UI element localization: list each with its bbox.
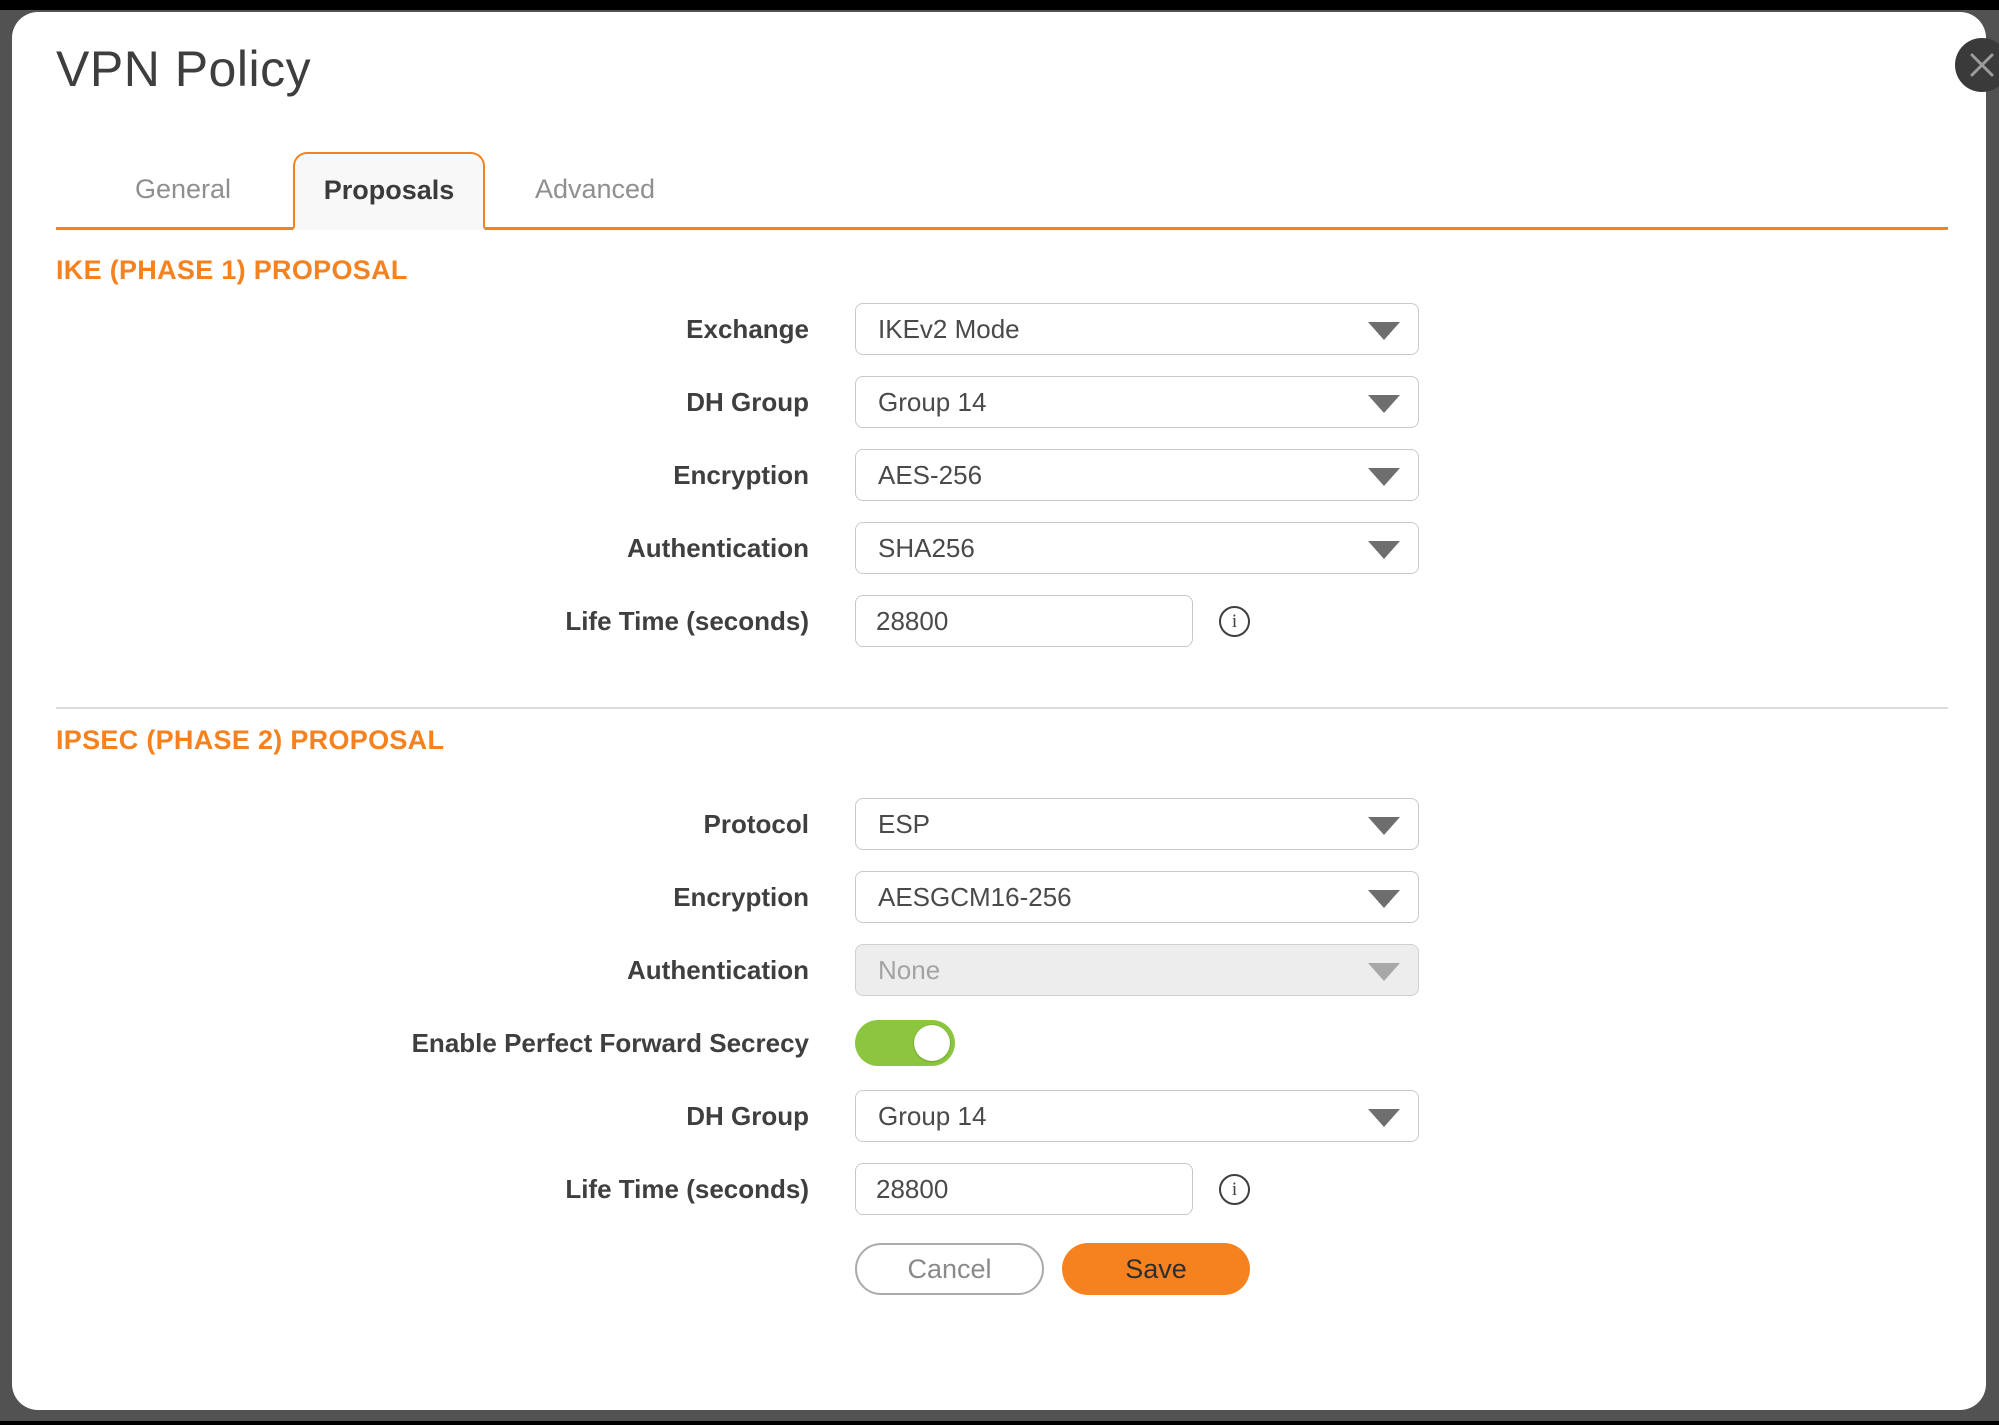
protocol-select-value: ESP (878, 809, 930, 840)
caret-down-icon (1368, 541, 1400, 559)
toggle-knob (914, 1025, 950, 1061)
tab-advanced[interactable]: Advanced (499, 152, 691, 227)
exchange-label: Exchange (56, 314, 809, 345)
dh-group-select-value: Group 14 (878, 1101, 986, 1132)
field-row-dh-group-p1: DH Group Group 14 (56, 376, 1948, 428)
field-row-life-time-p1: Life Time (seconds) i (56, 595, 1948, 647)
caret-down-icon (1368, 322, 1400, 340)
tab-general[interactable]: General (87, 152, 279, 227)
field-row-protocol: Protocol ESP (56, 798, 1948, 850)
exchange-select[interactable]: IKEv2 Mode (855, 303, 1419, 355)
exchange-select-value: IKEv2 Mode (878, 314, 1020, 345)
info-icon[interactable]: i (1219, 1174, 1250, 1205)
authentication-label: Authentication (56, 955, 809, 986)
dialog-actions: Cancel Save (855, 1243, 1948, 1295)
caret-down-icon (1368, 817, 1400, 835)
encryption-select-p2[interactable]: AESGCM16-256 (855, 871, 1419, 923)
field-row-dh-group-p2: DH Group Group 14 (56, 1090, 1948, 1142)
close-icon (1969, 52, 1995, 78)
field-row-encryption-p2: Encryption AESGCM16-256 (56, 871, 1948, 923)
protocol-label: Protocol (56, 809, 809, 840)
field-row-life-time-p2: Life Time (seconds) i (56, 1163, 1948, 1215)
field-row-exchange: Exchange IKEv2 Mode (56, 303, 1948, 355)
dh-group-select-value: Group 14 (878, 387, 986, 418)
field-row-authentication-p2: Authentication None (56, 944, 1948, 996)
pfs-label: Enable Perfect Forward Secrecy (56, 1028, 809, 1059)
field-row-encryption-p1: Encryption AES-256 (56, 449, 1948, 501)
field-row-authentication-p1: Authentication SHA256 (56, 522, 1948, 574)
encryption-label: Encryption (56, 882, 809, 913)
encryption-select-p1[interactable]: AES-256 (855, 449, 1419, 501)
dh-group-label: DH Group (56, 387, 809, 418)
section-title-ipsec-phase2: IPSEC (PHASE 2) PROPOSAL (56, 725, 1948, 756)
info-icon[interactable]: i (1219, 606, 1250, 637)
save-button[interactable]: Save (1062, 1243, 1250, 1295)
life-time-input-p2[interactable] (855, 1163, 1193, 1215)
encryption-select-value: AES-256 (878, 460, 982, 491)
cancel-button[interactable]: Cancel (855, 1243, 1044, 1295)
caret-down-icon (1368, 1109, 1400, 1127)
encryption-select-value: AESGCM16-256 (878, 882, 1072, 913)
dh-group-label: DH Group (56, 1101, 809, 1132)
life-time-label: Life Time (seconds) (56, 1174, 809, 1205)
authentication-select-value: None (878, 955, 940, 986)
authentication-select-p1[interactable]: SHA256 (855, 522, 1419, 574)
caret-down-icon (1368, 890, 1400, 908)
pfs-toggle[interactable] (855, 1020, 955, 1066)
caret-down-icon (1368, 468, 1400, 486)
vpn-policy-dialog: VPN Policy General Proposals Advanced IK… (12, 12, 1986, 1410)
tab-proposals[interactable]: Proposals (293, 152, 485, 230)
dh-group-select-p1[interactable]: Group 14 (855, 376, 1419, 428)
section-title-ike-phase1: IKE (PHASE 1) PROPOSAL (56, 255, 1948, 286)
dh-group-select-p2[interactable]: Group 14 (855, 1090, 1419, 1142)
caret-down-icon (1368, 963, 1400, 981)
life-time-input-p1[interactable] (855, 595, 1193, 647)
protocol-select[interactable]: ESP (855, 798, 1419, 850)
authentication-select-p2-disabled: None (855, 944, 1419, 996)
page-title: VPN Policy (56, 40, 1948, 98)
caret-down-icon (1368, 395, 1400, 413)
authentication-select-value: SHA256 (878, 533, 975, 564)
encryption-label: Encryption (56, 460, 809, 491)
life-time-label: Life Time (seconds) (56, 606, 809, 637)
tab-bar: General Proposals Advanced (56, 152, 1948, 230)
authentication-label: Authentication (56, 533, 809, 564)
field-row-pfs: Enable Perfect Forward Secrecy (56, 1017, 1948, 1069)
section-divider (56, 707, 1948, 709)
